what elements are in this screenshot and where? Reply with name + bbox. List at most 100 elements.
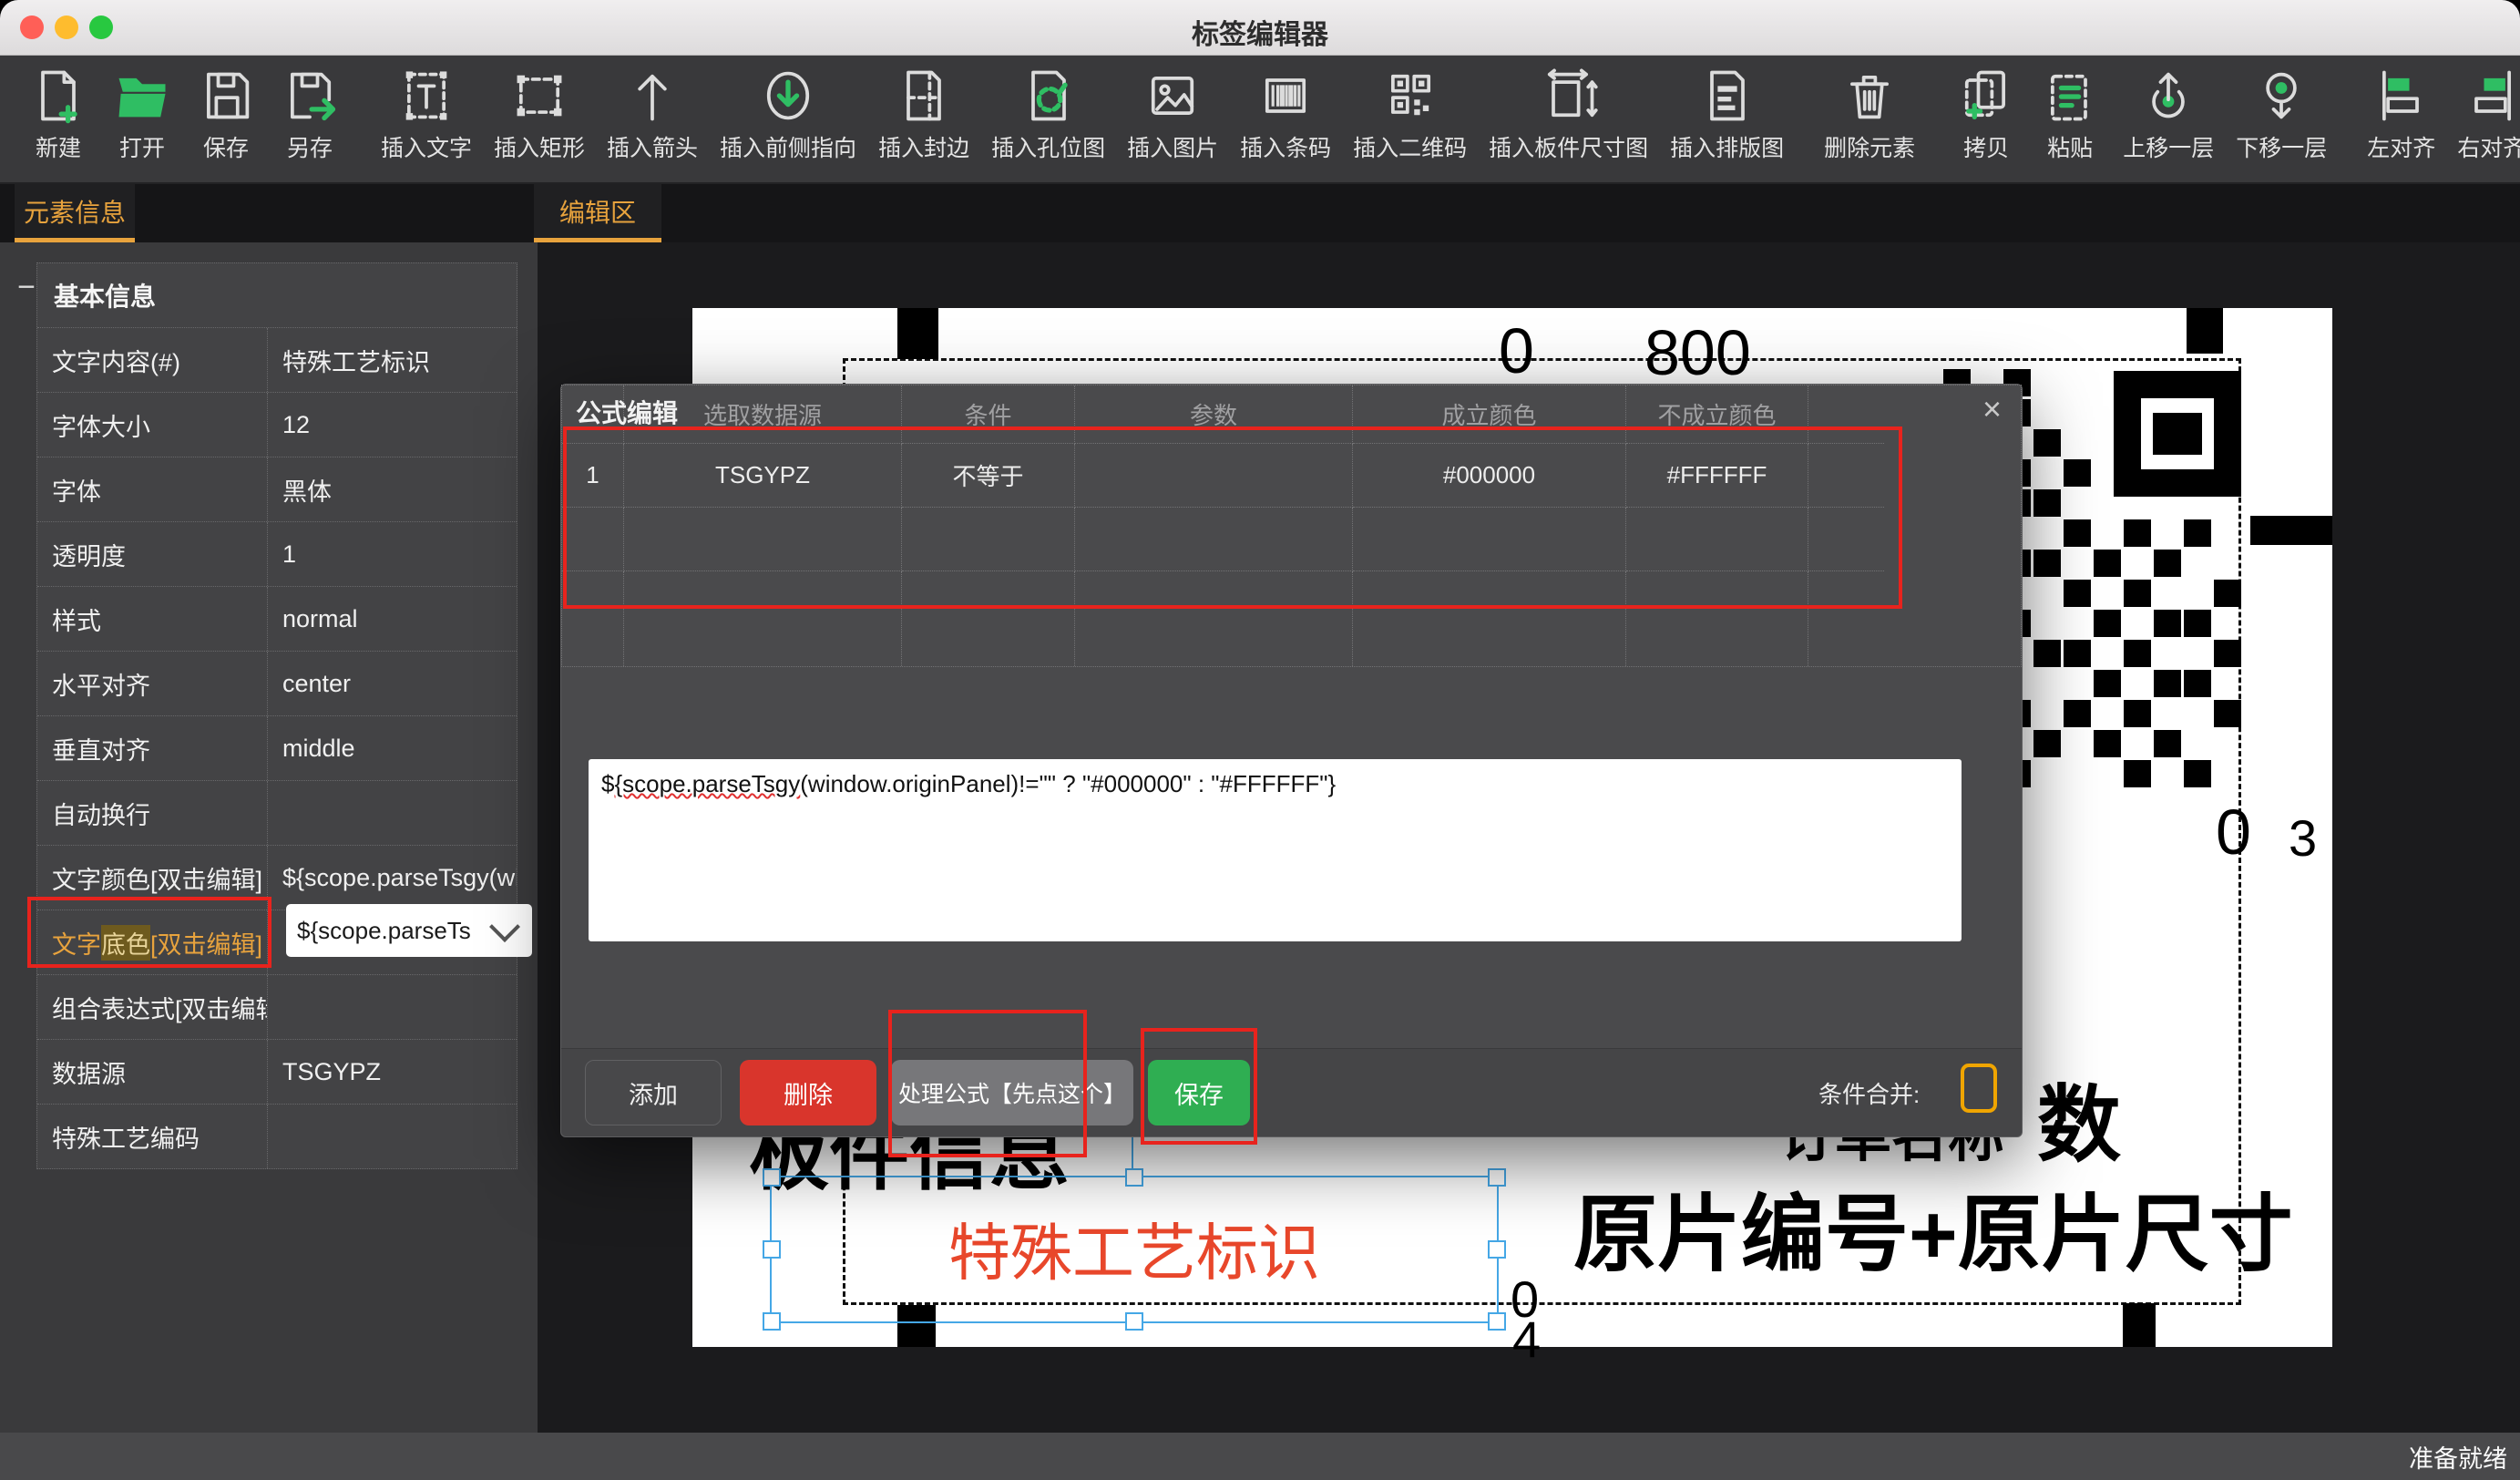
selection-handle[interactable]	[763, 1312, 781, 1331]
toolbar-button-insert-arrow[interactable]: 插入箭头	[596, 56, 709, 163]
toolbar-button-insert-edge[interactable]: 插入封边	[867, 56, 980, 163]
formula-table-cell[interactable]: #000000	[1353, 444, 1626, 508]
toolbar-button-label: 新建	[36, 130, 81, 163]
formula-table-cell[interactable]	[1075, 444, 1353, 508]
toolbar-button-label: 拷贝	[1963, 130, 2009, 163]
property-row[interactable]: 文字颜色[双击编辑]${scope.parseTsgy(wi	[37, 846, 517, 910]
selection-handle[interactable]	[1488, 1312, 1506, 1331]
property-row[interactable]: 组合表达式[双击编辑]	[37, 975, 517, 1040]
property-value[interactable]: TSGYPZ	[268, 1040, 517, 1104]
property-label: 样式	[37, 587, 268, 651]
canvas-text-count[interactable]: 数	[2037, 1057, 2121, 1178]
selection-handle[interactable]	[763, 1168, 781, 1187]
property-value[interactable]: 特殊工艺标识	[268, 328, 517, 392]
toolbar-button-label: 上移一层	[2123, 130, 2214, 163]
toolbar-button-folder-open[interactable]: 打开	[100, 56, 184, 163]
property-row[interactable]: 自动换行	[37, 781, 517, 846]
toolbar-button-copy[interactable]: 拷贝	[1944, 56, 2028, 163]
property-row[interactable]: 字体大小12	[37, 393, 517, 457]
selected-element-box[interactable]: 特殊工艺标识	[770, 1176, 1499, 1323]
toolbar-button-save[interactable]: 保存	[184, 56, 268, 163]
process-formula-button[interactable]: 处理公式【先点这个】	[891, 1060, 1133, 1125]
selection-handle[interactable]	[1125, 1168, 1143, 1187]
property-row[interactable]: 样式normal	[37, 587, 517, 652]
add-button[interactable]: 添加	[585, 1060, 722, 1125]
toolbar-button-save-as[interactable]: 另存	[268, 56, 352, 163]
property-value[interactable]	[268, 781, 517, 845]
toolbar-button-insert-layout[interactable]: 插入排版图	[1659, 56, 1795, 163]
tab-element-info[interactable]: 元素信息	[15, 184, 135, 242]
crop-mark-right	[2250, 516, 2332, 545]
toolbar-button-insert-hole[interactable]: 插入孔位图	[980, 56, 1116, 163]
formula-table-empty-cell	[902, 508, 1075, 571]
insert-arrow-icon	[621, 65, 683, 127]
property-row[interactable]: 水平对齐center	[37, 652, 517, 716]
insert-panel-size-icon	[1538, 65, 1600, 127]
toolbar-button-layer-up[interactable]: 上移一层	[2112, 56, 2225, 163]
insert-layout-icon	[1696, 65, 1758, 127]
toolbar-button-align-left[interactable]: 左对齐	[2356, 56, 2446, 163]
property-group-header[interactable]: 基本信息	[37, 263, 517, 328]
formula-table-cell[interactable]	[1808, 444, 1884, 508]
formula-table-header	[1808, 385, 1884, 444]
property-value[interactable]: 1	[268, 522, 517, 586]
formula-table-header: 成立颜色	[1353, 385, 1626, 444]
property-label: 文字颜色[双击编辑]	[37, 846, 268, 910]
formula-textarea[interactable]: ${scope.parseTsgy(window.originPanel)!="…	[589, 759, 1962, 941]
status-text: 准备就绪	[2409, 1439, 2507, 1475]
formula-table-cell[interactable]: TSGYPZ	[624, 444, 902, 508]
property-value[interactable]: ${scope.parseTsgy(wi	[268, 846, 517, 910]
formula-table-cell[interactable]: 不等于	[902, 444, 1075, 508]
selection-handle[interactable]	[1488, 1240, 1506, 1259]
selection-handle[interactable]	[763, 1240, 781, 1259]
property-row[interactable]: 垂直对齐middle	[37, 716, 517, 781]
property-value[interactable]	[268, 1105, 517, 1168]
save-formula-button[interactable]: 保存	[1148, 1060, 1250, 1125]
toolbar-button-paste[interactable]: 粘贴	[2028, 56, 2112, 163]
toolbar-button-delete[interactable]: 删除元素	[1813, 56, 1926, 163]
toolbar-button-insert-image[interactable]: 插入图片	[1116, 56, 1229, 163]
toolbar-button-label: 右对齐	[2457, 130, 2520, 163]
property-row[interactable]: 特殊工艺编码	[37, 1105, 517, 1168]
formula-table-cell[interactable]: #FFFFFF	[1626, 444, 1808, 508]
selection-handle[interactable]	[1488, 1168, 1506, 1187]
toolbar-button-label: 粘贴	[2047, 130, 2093, 163]
toolbar-button-insert-qrcode[interactable]: 插入二维码	[1342, 56, 1478, 163]
toolbar-button-insert-barcode[interactable]: 插入条码	[1229, 56, 1342, 163]
toolbar-button-insert-rect[interactable]: 插入矩形	[483, 56, 596, 163]
property-row[interactable]: 透明度1	[37, 522, 517, 587]
formula-table-cell[interactable]: 1	[562, 444, 624, 508]
toolbar-button-insert-panel-size[interactable]: 插入板件尺寸图	[1478, 56, 1659, 163]
property-value[interactable]: 12	[268, 393, 517, 457]
formula-table-empty-cell	[562, 508, 624, 571]
selected-text[interactable]: 特殊工艺标识	[772, 1203, 1497, 1293]
toolbar-button-align-right[interactable]: 右对齐	[2446, 56, 2520, 163]
delete-button[interactable]: 删除	[740, 1060, 876, 1125]
condition-merge-checkbox[interactable]	[1961, 1064, 1997, 1113]
property-row[interactable]: 字体黑体	[37, 457, 517, 522]
property-row[interactable]: 文字内容(#)特殊工艺标识	[37, 328, 517, 393]
property-value[interactable]: center	[268, 652, 517, 715]
property-value[interactable]	[268, 975, 517, 1039]
toolbar-button-label: 插入板件尺寸图	[1489, 130, 1648, 163]
copy-icon	[1955, 65, 2017, 127]
toolbar-button-layer-down[interactable]: 下移一层	[2225, 56, 2338, 163]
toolbar-button-insert-front[interactable]: 插入前侧指向	[709, 56, 867, 163]
toolbar: 新建打开保存另存插入文字插入矩形插入箭头插入前侧指向插入封边插入孔位图插入图片插…	[0, 56, 2520, 184]
text-basecolor-select[interactable]: ${scope.parseTs	[286, 904, 532, 957]
property-value[interactable]: 黑体	[268, 457, 517, 521]
property-row[interactable]: 数据源TSGYPZ	[37, 1040, 517, 1105]
dialog-close-icon[interactable]: ×	[1982, 390, 2002, 428]
tab-edit-area[interactable]: 编辑区	[534, 184, 661, 242]
property-value[interactable]: middle	[268, 716, 517, 780]
formula-table-empty-cell	[1626, 571, 1808, 666]
formula-table-header: 参数	[1075, 385, 1353, 444]
canvas-text-film-line[interactable]: 原片编号+原片尺寸	[1573, 1167, 2293, 1288]
property-label: 文字底色[双击编辑]	[37, 910, 268, 974]
selection-handle[interactable]	[1125, 1312, 1143, 1331]
property-value[interactable]: normal	[268, 587, 517, 651]
toolbar-button-insert-text[interactable]: 插入文字	[370, 56, 483, 163]
property-label: 字体	[37, 457, 268, 521]
toolbar-button-file-plus[interactable]: 新建	[16, 56, 100, 163]
property-label: 特殊工艺编码	[37, 1105, 268, 1168]
